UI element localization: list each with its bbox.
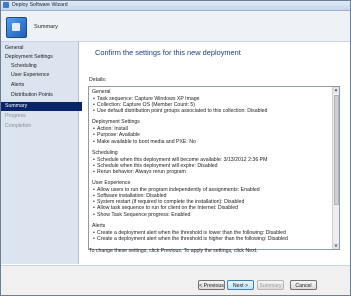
title-bar: Deploy Software Wizard (1, 1, 350, 11)
main-heading: Confirm the settings for this new deploy… (95, 48, 241, 57)
list-item: • Make available to boot media and PXE: N… (93, 138, 196, 145)
bullet-icon: • (93, 108, 95, 115)
details-label: Details: (89, 77, 107, 83)
sidebar-item-general[interactable]: General (1, 44, 82, 53)
sidebar-item-scheduling[interactable]: Scheduling (1, 62, 88, 71)
wizard-window: Deploy Software Wizard Summary General D… (0, 0, 351, 296)
bullet-icon: • (93, 211, 95, 218)
main-panel: Confirm the settings for this new deploy… (79, 42, 350, 264)
summary-button: Summary (257, 280, 284, 290)
details-content: General • Task sequence: Capture Windows … (92, 89, 330, 242)
button-bar: < Previous Next > Summary Cancel (1, 265, 350, 295)
next-button[interactable]: Next > (227, 280, 254, 290)
sidebar-item-user-experience[interactable]: User Experience (1, 71, 88, 80)
sidebar-item-deployment-settings[interactable]: Deployment Settings (1, 53, 82, 62)
deploy-software-icon (6, 17, 27, 38)
previous-button[interactable]: < Previous (198, 280, 225, 290)
sidebar-item-completion: Completion (5, 123, 32, 129)
section-alerts-title: Alerts (92, 222, 106, 229)
list-item: • Show Task Sequence progress: Enabled (93, 211, 191, 218)
details-scrollbar[interactable]: ▲ ▼ (332, 87, 339, 249)
wizard-app-icon (3, 2, 9, 8)
sidebar-item-distribution-points[interactable]: Distribution Points (1, 91, 88, 100)
page-title: Summary (34, 24, 58, 30)
instructions-text: To change these settings, click Previous… (89, 248, 258, 254)
sidebar-item-summary[interactable]: Summary (1, 102, 82, 111)
section-general-title: General (92, 89, 111, 95)
wizard-sidebar: General Deployment Settings Scheduling U… (1, 42, 82, 264)
wizard-header: Summary (1, 11, 350, 42)
section-user-experience-title: User Experience (92, 180, 131, 187)
details-box[interactable]: General • Task sequence: Capture Windows … (88, 86, 340, 250)
section-scheduling-title: Scheduling (92, 149, 118, 156)
sidebar-item-progress: Progress (5, 113, 26, 119)
bullet-icon: • (93, 168, 95, 175)
scrollbar-thumb[interactable] (333, 95, 339, 205)
scroll-up-icon[interactable]: ▲ (333, 87, 339, 93)
list-item: • Use default distribution point groups a… (93, 108, 268, 115)
section-deployment-settings-title: Deployment Settings (92, 119, 140, 126)
scroll-down-icon[interactable]: ▼ (333, 243, 339, 249)
window-title: Deploy Software Wizard (12, 2, 68, 8)
list-item: • Create a deployment alert when the thre… (93, 235, 288, 242)
list-item: • Rerun behavior: Always rerun program (93, 168, 186, 175)
bullet-icon: • (93, 138, 95, 145)
cancel-button[interactable]: Cancel (290, 280, 317, 290)
bullet-icon: • (93, 235, 95, 242)
sidebar-item-alerts[interactable]: Alerts (1, 81, 88, 90)
